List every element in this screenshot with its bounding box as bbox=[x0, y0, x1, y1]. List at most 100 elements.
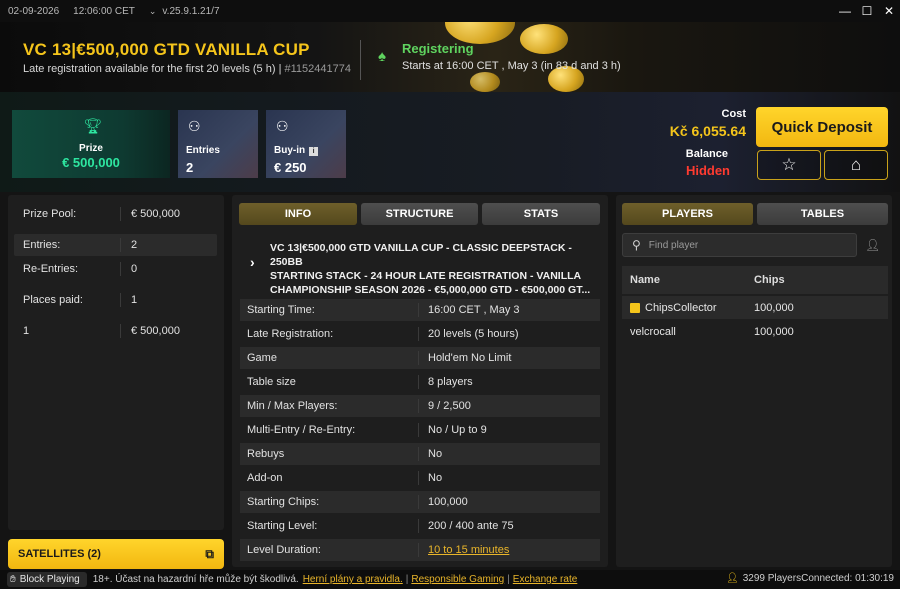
player-name: velcrocall bbox=[630, 325, 676, 338]
satellites-label: SATELLITES (2) bbox=[18, 548, 101, 560]
player-name-cell: velcrocall bbox=[622, 326, 754, 338]
players-icon: 👤︎ bbox=[726, 573, 739, 584]
detail-key: Starting Time: bbox=[247, 304, 315, 316]
prize-card: 🏆︎ Prize € 500,000 bbox=[12, 110, 170, 178]
summary-row: Prize Pool: € 500,000 bbox=[14, 203, 217, 225]
tab-players[interactable]: PLAYERS bbox=[622, 203, 753, 225]
detail-value: No / Up to 9 bbox=[418, 423, 600, 437]
status-bar: ✋︎ Block Playing 18+. Účast na hazardní … bbox=[0, 570, 900, 589]
balance-value[interactable]: Hidden bbox=[674, 163, 730, 178]
entries-label: Entries bbox=[186, 145, 220, 156]
detail-row: Table size 8 players bbox=[240, 371, 600, 393]
time-label: 12:06:00 CET bbox=[73, 5, 135, 17]
external-link-icon: ⧉ bbox=[205, 547, 214, 561]
tournament-subtitle: Late registration available for the firs… bbox=[23, 63, 351, 75]
entries-card: ⚇ Entries 2 bbox=[178, 110, 258, 178]
summary-value: 2 bbox=[120, 238, 217, 252]
column-name[interactable]: Name bbox=[622, 274, 754, 286]
detail-row: Multi-Entry / Re-Entry: No / Up to 9 bbox=[240, 419, 600, 441]
summary-value: € 500,000 bbox=[120, 207, 217, 221]
detail-key: Starting Level: bbox=[247, 520, 318, 532]
expand-description-icon[interactable]: › bbox=[250, 254, 255, 270]
trophy-icon: 🏆︎ bbox=[83, 118, 103, 135]
summary-key: Places paid: bbox=[23, 294, 83, 306]
prize-value: € 500,000 bbox=[62, 155, 120, 170]
satellites-button[interactable]: SATELLITES (2) ⧉ bbox=[8, 539, 224, 569]
star-icon: ☆ bbox=[781, 155, 797, 174]
buyin-label: Buy-in i bbox=[274, 145, 319, 156]
exchange-rate-link[interactable]: Exchange rate bbox=[513, 574, 578, 585]
late-reg-text: Late registration available for the firs… bbox=[23, 63, 285, 75]
tab-structure[interactable]: STRUCTURE bbox=[361, 203, 478, 225]
tournament-id: #1152441774 bbox=[284, 63, 351, 75]
date-label: 02-09-2026 bbox=[8, 5, 60, 17]
buyin-value: € 250 bbox=[274, 160, 307, 175]
rules-link[interactable]: Herní plány a pravidla. bbox=[303, 574, 403, 585]
block-playing-button[interactable]: ✋︎ Block Playing bbox=[7, 572, 87, 587]
favorite-button[interactable]: ☆ bbox=[757, 150, 821, 180]
detail-value: No bbox=[418, 447, 600, 461]
detail-key: Level Duration: bbox=[247, 544, 321, 556]
registration-status: Registering bbox=[402, 41, 474, 56]
detail-row: Add-on No bbox=[240, 467, 600, 489]
window-controls: — ☐ ✕ bbox=[834, 0, 900, 22]
detail-row: Late Registration: 20 levels (5 hours) bbox=[240, 323, 600, 345]
search-input[interactable] bbox=[648, 239, 839, 251]
user-icon[interactable]: 👤︎ bbox=[865, 238, 880, 252]
search-icon: ⚲ bbox=[632, 238, 641, 252]
summary-row: Entries: 2 bbox=[14, 234, 217, 256]
tab-info[interactable]: INFO bbox=[239, 203, 357, 225]
player-name-cell: ChipsCollector bbox=[622, 302, 754, 314]
version-label: v.25.9.1.21/7 bbox=[162, 5, 220, 17]
detail-value: 9 / 2,500 bbox=[418, 399, 600, 413]
summary-row: Re-Entries: 0 bbox=[14, 258, 217, 280]
detail-key: Late Registration: bbox=[247, 328, 334, 340]
lobby-button[interactable]: ⌂ bbox=[824, 150, 888, 180]
detail-row: Starting Time: 16:00 CET , May 3 bbox=[240, 299, 600, 321]
summary-panel: Prize Pool: € 500,000 Entries: 2 Re-Entr… bbox=[8, 195, 224, 530]
medal-icon: ⚇ bbox=[188, 118, 201, 134]
level-duration-link[interactable]: 10 to 15 minutes bbox=[418, 543, 600, 557]
info-icon[interactable]: i bbox=[309, 147, 319, 156]
chip-leader-icon bbox=[630, 302, 640, 313]
close-button[interactable]: ✕ bbox=[878, 0, 900, 22]
balance-label: Balance bbox=[685, 148, 728, 160]
detail-value: Hold'em No Limit bbox=[418, 351, 600, 365]
detail-row: Starting Chips: 100,000 bbox=[240, 491, 600, 513]
summary-key: Entries: bbox=[23, 239, 61, 251]
detail-value: 100,000 bbox=[418, 495, 600, 509]
table-row[interactable]: velcrocall 100,000 bbox=[622, 320, 888, 343]
home-icon: ⌂ bbox=[850, 155, 862, 174]
player-name: ChipsCollector bbox=[645, 301, 717, 314]
quick-deposit-button[interactable]: Quick Deposit bbox=[756, 107, 888, 147]
buyin-label-text: Buy-in bbox=[274, 145, 306, 156]
detail-key: Multi-Entry / Re-Entry: bbox=[247, 424, 356, 436]
medal-icon: ⚇ bbox=[276, 118, 289, 134]
title-bar: 02-09-2026 12:06:00 CET ⌄ v.25.9.1.21/7 … bbox=[0, 0, 900, 22]
players-online-count: 3299 Players bbox=[742, 573, 802, 584]
gambling-warning: 18+. Účast na hazardní hře může být škod… bbox=[92, 574, 299, 585]
payout-row: 1 € 500,000 bbox=[14, 320, 217, 342]
tournament-description: VC 13|€500,000 GTD VANILLA CUP - CLASSIC… bbox=[270, 242, 591, 296]
tab-stats[interactable]: STATS bbox=[482, 203, 600, 225]
tab-tables[interactable]: TABLES bbox=[757, 203, 888, 225]
summary-key: Prize Pool: bbox=[23, 208, 77, 220]
detail-value: No bbox=[418, 471, 600, 485]
detail-value: 20 levels (5 hours) bbox=[418, 327, 600, 341]
table-row[interactable]: ChipsCollector 100,000 bbox=[622, 296, 888, 319]
player-chips: 100,000 bbox=[754, 301, 794, 314]
entries-value: 2 bbox=[186, 160, 194, 175]
detail-value: 200 / 400 ante 75 bbox=[418, 519, 600, 533]
maximize-button[interactable]: ☐ bbox=[856, 0, 878, 22]
responsible-gaming-link[interactable]: Responsible Gaming bbox=[411, 574, 504, 585]
buyin-card: ⚇ Buy-in i € 250 bbox=[266, 110, 346, 178]
detail-row: Min / Max Players: 9 / 2,500 bbox=[240, 395, 600, 417]
detail-row: Game Hold'em No Limit bbox=[240, 347, 600, 369]
block-playing-label: Block Playing bbox=[19, 574, 80, 585]
minimize-button[interactable]: — bbox=[834, 0, 856, 22]
summary-row: Places paid: 1 bbox=[14, 289, 217, 311]
separator: | bbox=[507, 574, 510, 585]
version-caret-icon[interactable]: ⌄ bbox=[149, 6, 157, 17]
connection-timer: Connected: 01:30:19 bbox=[801, 573, 894, 584]
column-chips[interactable]: Chips bbox=[754, 274, 785, 286]
